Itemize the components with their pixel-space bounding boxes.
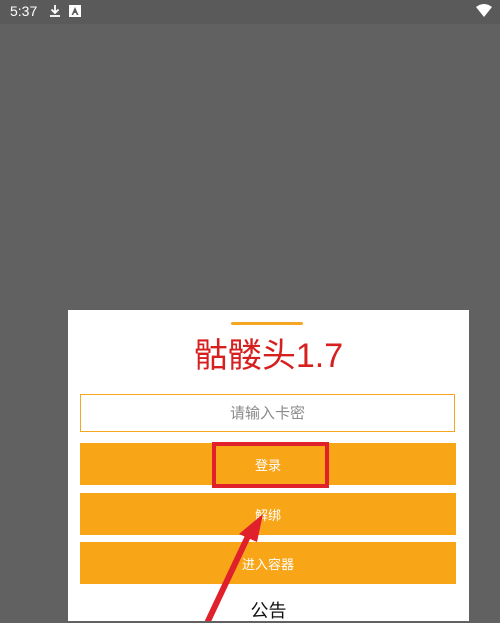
dialog-title: 骷髅头1.7 (193, 337, 344, 375)
unbind-button[interactable]: 解绑 (80, 493, 456, 535)
notice-label: 公告 (250, 601, 287, 622)
status-bar: 5:37 (0, 0, 500, 24)
card-key-input[interactable] (80, 394, 455, 432)
status-time: 5:37 (10, 3, 38, 19)
title-accent-bar (231, 322, 303, 325)
download-icon (50, 5, 60, 17)
enter-container-button[interactable]: 进入容器 (80, 542, 456, 584)
notification-icon (69, 5, 81, 17)
login-button[interactable]: 登录 (80, 443, 456, 485)
login-dialog: 骷髅头1.7 登录 解绑 进入容器 公告 (68, 310, 469, 622)
wifi-icon (476, 4, 492, 17)
